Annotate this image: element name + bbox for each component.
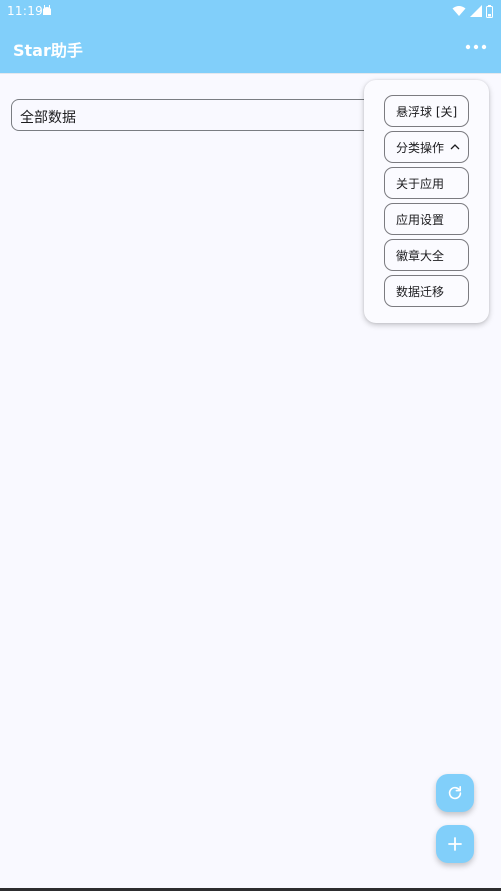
refresh-button[interactable] bbox=[436, 774, 474, 812]
battery-icon bbox=[486, 4, 493, 18]
menu-item-data-migration[interactable]: 数据迁移 bbox=[384, 275, 469, 307]
app-bar: Star助手 bbox=[0, 22, 501, 73]
status-bar: 11:19 bbox=[0, 0, 501, 22]
menu-item-label: 关于应用 bbox=[396, 176, 445, 191]
menu-item-label: 徽章大全 bbox=[396, 248, 445, 263]
menu-item-category-actions[interactable]: 分类操作 bbox=[384, 131, 469, 163]
android-notification-icon bbox=[43, 5, 51, 15]
status-time: 11:19 bbox=[7, 4, 44, 18]
menu-item-label: 应用设置 bbox=[396, 212, 445, 227]
overflow-menu-button[interactable] bbox=[463, 36, 489, 58]
cell-signal-icon bbox=[470, 5, 482, 17]
menu-item-app-settings[interactable]: 应用设置 bbox=[384, 203, 469, 235]
menu-item-label: 悬浮球 [关] bbox=[396, 104, 458, 119]
app-title: Star助手 bbox=[13, 41, 83, 60]
menu-item-label: 数据迁移 bbox=[396, 284, 445, 299]
chevron-up-icon bbox=[450, 144, 460, 150]
category-dropdown-value: 全部数据 bbox=[20, 110, 76, 126]
add-button[interactable] bbox=[436, 825, 474, 863]
status-icons bbox=[452, 4, 493, 18]
menu-item-about-app[interactable]: 关于应用 bbox=[384, 167, 469, 199]
app-bar-divider bbox=[0, 73, 501, 74]
refresh-icon bbox=[448, 786, 462, 800]
menu-item-badges[interactable]: 徽章大全 bbox=[384, 239, 469, 271]
wifi-icon bbox=[452, 6, 466, 16]
menu-item-floating-ball[interactable]: 悬浮球 [关] bbox=[384, 95, 469, 127]
category-dropdown[interactable]: 全部数据 bbox=[11, 99, 401, 131]
more-horiz-icon bbox=[465, 44, 487, 50]
menu-item-label: 分类操作 bbox=[396, 140, 445, 155]
add-icon bbox=[448, 837, 462, 851]
popup-menu: 悬浮球 [关] 分类操作 关于应用 应用设置 徽章大全 数据迁移 bbox=[364, 80, 489, 323]
